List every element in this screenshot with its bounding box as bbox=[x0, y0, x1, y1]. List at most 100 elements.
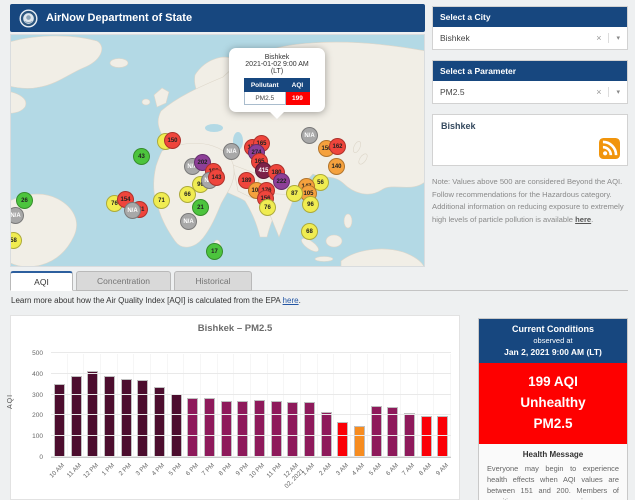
x-tick-label: 5 AM bbox=[368, 462, 384, 478]
chart-bar-slot bbox=[51, 354, 68, 457]
y-tick-label: 500 bbox=[32, 350, 43, 357]
observed-datetime: Jan 2, 2021 9:00 AM (LT) bbox=[483, 347, 623, 357]
chart-bar[interactable] bbox=[287, 402, 298, 457]
chart-bar[interactable] bbox=[204, 398, 215, 457]
chart-bar[interactable] bbox=[171, 394, 182, 457]
chart-bar-slot bbox=[234, 354, 251, 457]
select-parameter-panel: Select a Parameter PM2.5 × ▾ bbox=[432, 60, 628, 104]
chart-bar[interactable] bbox=[437, 416, 448, 457]
map-marker[interactable]: 43 bbox=[133, 148, 150, 165]
map-marker[interactable]: 143 bbox=[208, 169, 225, 186]
map-marker[interactable]: N/A bbox=[124, 202, 141, 219]
chart-bar[interactable] bbox=[337, 422, 348, 457]
observed-at-label: observed at bbox=[483, 336, 623, 345]
health-message-text: Everyone may begin to experience health … bbox=[487, 463, 619, 500]
right-column: Select a City Bishkek × ▾ Select a Param… bbox=[432, 6, 628, 226]
aqi-value-line: 199 AQI bbox=[483, 372, 623, 393]
left-column: AirNow Department of State bbox=[10, 4, 425, 267]
chart-bar-slot bbox=[401, 354, 418, 457]
world-aqi-map[interactable]: 26N/A5876154141N/A7143150669021N/A17N/A2… bbox=[10, 34, 425, 267]
chart-bar[interactable] bbox=[121, 379, 132, 457]
chart-bar-slot bbox=[334, 354, 351, 457]
map-marker[interactable]: 71 bbox=[153, 192, 170, 209]
chart-bar[interactable] bbox=[137, 380, 148, 457]
chart-bar-slot bbox=[318, 354, 335, 457]
x-tick-label: 4 AM bbox=[351, 462, 367, 478]
parameter-clear-icon[interactable]: × bbox=[592, 87, 609, 97]
tab-concentration[interactable]: Concentration bbox=[76, 271, 171, 291]
chart-bar-slot bbox=[118, 354, 135, 457]
map-marker[interactable]: N/A bbox=[301, 127, 318, 144]
chart-bar[interactable] bbox=[304, 402, 315, 457]
map-marker[interactable]: 140 bbox=[328, 158, 345, 175]
chart-bar[interactable] bbox=[221, 401, 232, 457]
chart-bar[interactable] bbox=[154, 387, 165, 457]
map-marker[interactable]: N/A bbox=[180, 213, 197, 230]
popup-pollutant-value: PM2.5 bbox=[244, 92, 285, 105]
chart-bar-slot bbox=[84, 354, 101, 457]
chart-title: Bishkek – PM2.5 bbox=[11, 323, 459, 334]
map-marker[interactable]: 17 bbox=[206, 243, 223, 260]
parameter-select[interactable]: PM2.5 × ▾ bbox=[433, 81, 627, 103]
app-header: AirNow Department of State bbox=[10, 4, 425, 32]
map-marker[interactable]: N/A bbox=[223, 143, 240, 160]
x-tick-label: 3 PM bbox=[134, 462, 150, 478]
x-tick-label: 2 PM bbox=[118, 462, 134, 478]
chart-bar[interactable] bbox=[254, 400, 265, 457]
map-marker[interactable]: 96 bbox=[302, 196, 319, 213]
map-marker[interactable]: 68 bbox=[301, 223, 318, 240]
city-select-value: Bishkek bbox=[440, 33, 592, 43]
chart-plot-area bbox=[51, 354, 451, 458]
chart-bar[interactable] bbox=[421, 416, 432, 457]
y-tick-label: 100 bbox=[32, 433, 43, 440]
parameter-chevron-down-icon[interactable]: ▾ bbox=[609, 88, 620, 96]
chart-bar[interactable] bbox=[187, 398, 198, 457]
chart-bar-slot bbox=[68, 354, 85, 457]
note-suffix: . bbox=[591, 215, 593, 224]
x-tick-label: 11 AM bbox=[66, 462, 84, 480]
chart-bar-slot bbox=[134, 354, 151, 457]
map-marker[interactable]: 87 bbox=[286, 185, 303, 202]
current-conditions-header: Current Conditions observed at Jan 2, 20… bbox=[479, 319, 627, 363]
x-tick-label: 7 AM bbox=[401, 462, 417, 478]
map-marker[interactable]: 162 bbox=[329, 138, 346, 155]
map-marker[interactable]: 76 bbox=[259, 199, 276, 216]
popup-col-aqi: AQI bbox=[285, 79, 310, 92]
x-tick-label: 9 AM bbox=[435, 462, 451, 478]
popup-col-pollutant: Pollutant bbox=[244, 79, 285, 92]
chart-bar-slot bbox=[284, 354, 301, 457]
tab-historical[interactable]: Historical bbox=[174, 271, 252, 291]
select-parameter-header: Select a Parameter bbox=[433, 61, 627, 81]
x-tick-label: 2 AM bbox=[318, 462, 334, 478]
note-here-link[interactable]: here bbox=[575, 215, 591, 224]
chart-bar-slot bbox=[418, 354, 435, 457]
chart-bar[interactable] bbox=[104, 376, 115, 457]
learn-more-text: Learn more about how the Air Quality Ind… bbox=[11, 296, 301, 305]
y-tick-label: 0 bbox=[39, 454, 43, 461]
map-marker[interactable]: 150 bbox=[164, 132, 181, 149]
popup-table: Pollutant AQI PM2.5 199 bbox=[244, 78, 310, 105]
chart-bar[interactable] bbox=[54, 384, 65, 457]
x-tick-label: 1 PM bbox=[101, 462, 117, 478]
chart-bar-slot bbox=[218, 354, 235, 457]
tab-aqi[interactable]: AQI bbox=[10, 271, 73, 291]
rss-icon[interactable] bbox=[599, 138, 620, 159]
department-of-state-seal-icon bbox=[19, 9, 38, 28]
chart-bar[interactable] bbox=[354, 426, 365, 457]
chart-bar[interactable] bbox=[237, 401, 248, 457]
chart-bar-slot bbox=[384, 354, 401, 457]
city-clear-icon[interactable]: × bbox=[592, 33, 609, 43]
chart-bar[interactable] bbox=[271, 401, 282, 457]
epa-here-link[interactable]: here bbox=[283, 296, 299, 305]
popup-aqi-value: 199 bbox=[285, 92, 310, 105]
aqi-chart-panel: Bishkek – PM2.5 AQI 0100200300400500 10 … bbox=[10, 315, 460, 500]
map-marker[interactable]: 21 bbox=[192, 199, 209, 216]
chart-bar-slot bbox=[251, 354, 268, 457]
aqi-category-line: Unhealthy bbox=[483, 393, 623, 414]
city-chevron-down-icon[interactable]: ▾ bbox=[609, 34, 620, 42]
learn-more-prefix: Learn more about how the Air Quality Ind… bbox=[11, 296, 283, 305]
chart-bar[interactable] bbox=[71, 376, 82, 457]
chart-bar-slot bbox=[368, 354, 385, 457]
city-select[interactable]: Bishkek × ▾ bbox=[433, 27, 627, 49]
map-marker[interactable]: 26 bbox=[16, 192, 33, 209]
